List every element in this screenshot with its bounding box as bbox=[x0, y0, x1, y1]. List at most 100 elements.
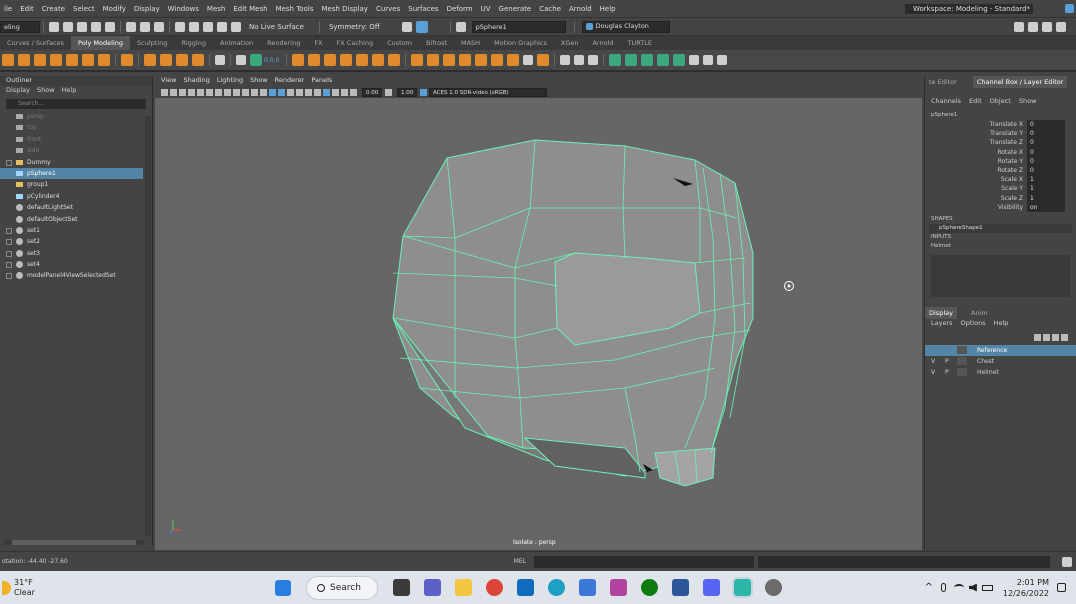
menu-windows[interactable]: Windows bbox=[164, 5, 203, 13]
maya-icon[interactable] bbox=[732, 577, 753, 598]
target-weld-icon[interactable] bbox=[560, 55, 571, 65]
layer-row-helmet[interactable]: V P Helmet bbox=[925, 367, 1076, 378]
attr-label[interactable]: Visibility bbox=[925, 203, 1027, 212]
outlook-icon[interactable] bbox=[517, 579, 534, 596]
outliner-item-top[interactable]: top bbox=[0, 122, 143, 133]
merge-icon[interactable] bbox=[507, 54, 520, 66]
wireframe-icon[interactable] bbox=[260, 89, 267, 96]
outliner-menu-help[interactable]: Help bbox=[62, 86, 77, 94]
menu-arnold[interactable]: Arnold bbox=[565, 5, 596, 13]
attr-value-field[interactable]: 0 bbox=[1027, 138, 1065, 148]
attr-label[interactable]: Translate Z bbox=[925, 138, 1027, 147]
windows-start-icon[interactable] bbox=[275, 579, 291, 596]
attr-value-field[interactable]: 0 bbox=[1027, 165, 1065, 176]
outliner-menu-display[interactable]: Display bbox=[6, 86, 30, 94]
menu-cache[interactable]: Cache bbox=[535, 5, 565, 13]
attr-label[interactable]: Translate X bbox=[925, 120, 1027, 129]
shadows-icon[interactable] bbox=[305, 89, 312, 96]
poly-sphere-icon[interactable] bbox=[2, 54, 14, 66]
insert-edge-loop-icon[interactable] bbox=[523, 55, 534, 65]
xbox-icon[interactable] bbox=[641, 579, 658, 596]
poly-plane-icon[interactable] bbox=[82, 54, 94, 66]
outliner-search-input[interactable]: Search... bbox=[6, 99, 146, 109]
expand-icon[interactable] bbox=[6, 239, 12, 246]
menuset-dropdown[interactable]: eling bbox=[0, 20, 40, 33]
color-management-icon[interactable] bbox=[420, 89, 427, 96]
expand-icon[interactable] bbox=[6, 227, 12, 234]
microphone-icon[interactable] bbox=[940, 583, 946, 592]
shelf-tab-rendering[interactable]: Rendering bbox=[260, 39, 307, 47]
outliner-menu-show[interactable]: Show bbox=[37, 86, 55, 94]
menu-display[interactable]: Display bbox=[130, 5, 164, 13]
cut-uv-icon[interactable] bbox=[689, 55, 700, 65]
booleans-icon[interactable] bbox=[340, 54, 353, 66]
snap-point-icon[interactable] bbox=[203, 21, 213, 32]
menu-deform[interactable]: Deform bbox=[443, 5, 477, 13]
attr-value-field[interactable]: 1 bbox=[1027, 175, 1065, 185]
gamma-field[interactable]: 1.00 bbox=[397, 88, 417, 97]
outliner-item-dummy[interactable]: Dummy bbox=[0, 157, 143, 168]
resolution-gate-icon[interactable] bbox=[215, 89, 222, 96]
uv-editor-icon[interactable] bbox=[609, 54, 622, 66]
reduce-icon[interactable] bbox=[372, 54, 385, 66]
viewport-menu-shading[interactable]: Shading bbox=[183, 76, 209, 84]
shelf-tab-animation[interactable]: Animation bbox=[213, 39, 260, 47]
tab-channel-box[interactable]: Channel Box / Layer Editor bbox=[972, 76, 1068, 88]
shelf-tab-custom[interactable]: Custom bbox=[380, 39, 419, 47]
command-input[interactable] bbox=[534, 555, 754, 568]
workspace-selector[interactable]: Workspace: Modeling - Standard* bbox=[905, 3, 1033, 14]
planar-map-icon[interactable] bbox=[625, 54, 638, 66]
camera-select-icon[interactable] bbox=[161, 89, 168, 96]
textured-icon[interactable] bbox=[287, 89, 294, 96]
offset-edge-loop-icon[interactable] bbox=[537, 54, 550, 66]
outliner-h-scrollbar[interactable] bbox=[4, 540, 144, 545]
input-field-icon[interactable] bbox=[455, 21, 466, 32]
select-hierarchy-icon[interactable] bbox=[126, 21, 136, 32]
shelf-tab-poly-modeling[interactable]: Poly Modeling bbox=[71, 36, 130, 50]
menu-modify[interactable]: Modify bbox=[99, 5, 130, 13]
sweep-mesh-icon[interactable] bbox=[160, 54, 172, 66]
shelf-tab-fx[interactable]: FX bbox=[307, 39, 329, 47]
exposure-icon[interactable] bbox=[350, 89, 357, 96]
move-tool-icon[interactable] bbox=[250, 54, 262, 66]
open-scene-icon[interactable] bbox=[63, 21, 73, 32]
exposure-field[interactable]: 0.00 bbox=[362, 88, 382, 97]
move-layer-down-icon[interactable] bbox=[1043, 334, 1050, 342]
attr-value-field[interactable]: 0 bbox=[1027, 120, 1065, 130]
attr-label[interactable]: Scale X bbox=[925, 175, 1027, 184]
attr-value-field[interactable]: 0 bbox=[1027, 156, 1065, 166]
mel-label[interactable]: MEL bbox=[514, 558, 526, 565]
type-text-icon[interactable] bbox=[176, 54, 188, 66]
lights-icon[interactable] bbox=[296, 89, 303, 96]
tool-settings-icon[interactable] bbox=[1014, 21, 1024, 32]
outliner-item-pcylinder4[interactable]: pCylinder4 bbox=[0, 191, 143, 202]
viewport-scene[interactable] bbox=[155, 98, 922, 550]
viewport-menu-view[interactable]: View bbox=[161, 76, 176, 84]
xray-joints-icon[interactable] bbox=[341, 89, 348, 96]
menu-surfaces[interactable]: Surfaces bbox=[404, 5, 442, 13]
outliner-toggle-icon[interactable] bbox=[1056, 21, 1066, 32]
svg-icon[interactable] bbox=[192, 54, 204, 66]
ambient-occlusion-icon[interactable] bbox=[314, 89, 321, 96]
bookmark-icon[interactable] bbox=[179, 89, 186, 96]
menu-help[interactable]: Help bbox=[596, 5, 620, 13]
volume-icon[interactable] bbox=[968, 583, 977, 592]
move-layer-up-icon[interactable] bbox=[1034, 334, 1041, 342]
field-chart-icon[interactable] bbox=[233, 89, 240, 96]
bevel-icon[interactable] bbox=[443, 54, 456, 66]
attr-value-field[interactable]: 1 bbox=[1027, 184, 1065, 194]
outliner-item-set2[interactable]: set2 bbox=[0, 236, 143, 247]
menu-curves[interactable]: Curves bbox=[372, 5, 404, 13]
menu-mesh-tools[interactable]: Mesh Tools bbox=[272, 5, 318, 13]
snap-view-icon[interactable] bbox=[217, 21, 227, 32]
attr-label[interactable]: Scale Z bbox=[925, 194, 1027, 203]
multi-cut-icon[interactable] bbox=[491, 54, 504, 66]
grid-toggle-icon[interactable] bbox=[197, 89, 204, 96]
super-shape-icon[interactable] bbox=[144, 54, 156, 66]
viewport-menu-renderer[interactable]: Renderer bbox=[275, 76, 305, 84]
lock-icon[interactable] bbox=[1065, 4, 1074, 13]
isolate-select-icon[interactable] bbox=[323, 89, 330, 96]
instagram-icon[interactable] bbox=[610, 579, 627, 596]
clock[interactable]: 2:01 PM 12/26/2022 bbox=[1003, 577, 1049, 599]
menu-select[interactable]: Select bbox=[69, 5, 99, 13]
